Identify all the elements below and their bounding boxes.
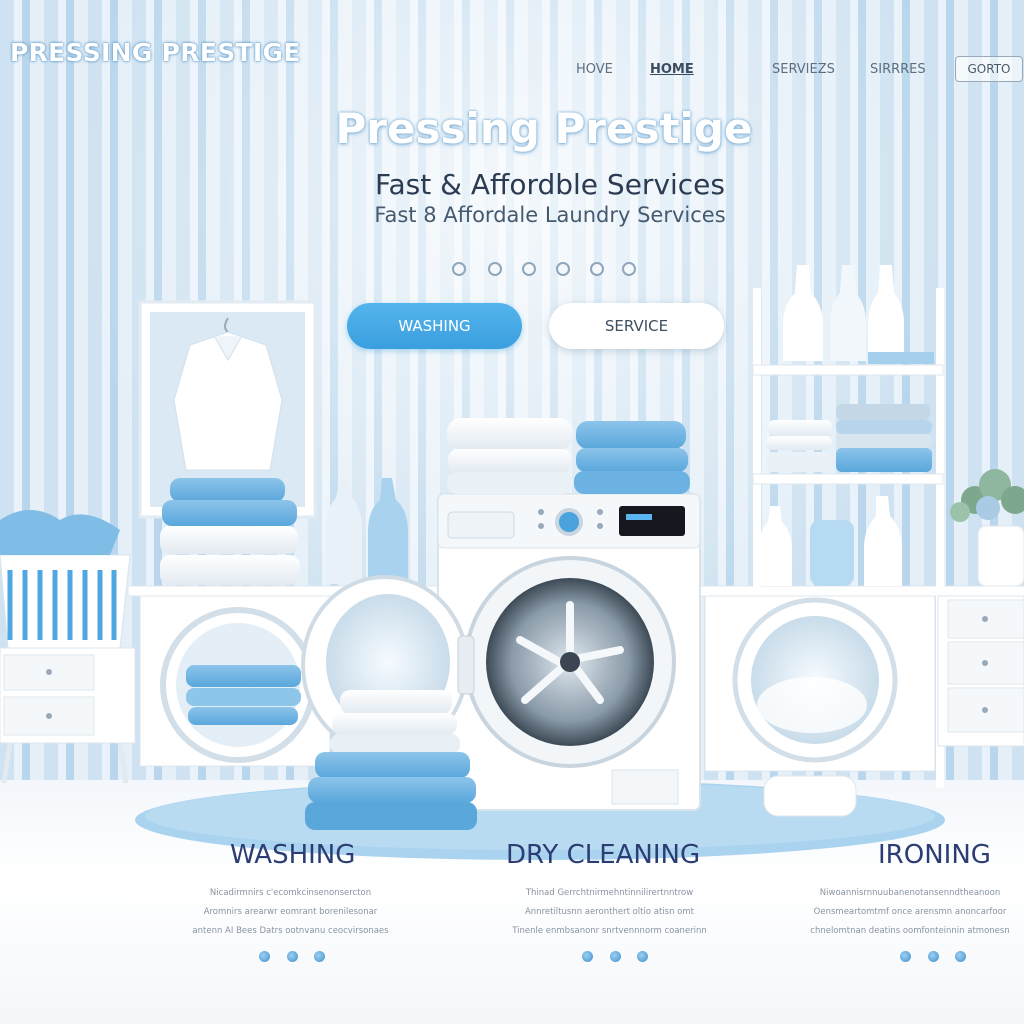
service-dots [900,951,970,963]
dot-icon[interactable] [287,951,298,962]
washing-button[interactable]: WASHING [347,303,522,349]
service-washing[interactable]: WASHING [230,840,355,870]
dot-icon[interactable] [900,951,911,962]
nav-item-home[interactable]: HOME [650,62,694,77]
service-description-line: Aromnirs arearwr eomrant borenilesonar [203,907,378,917]
service-description: Niwoannisrnnuubanenotansenndtheanoon Oen… [800,884,1020,941]
nav-item-hove[interactable]: HOVE [576,62,613,77]
service-button[interactable]: SERVICE [549,303,724,349]
service-description-line: Oensmeartomtmf once arensmn anoncarfoor [813,907,1007,917]
service-title: WASHING [230,840,356,870]
laundry-basket [0,510,131,649]
service-dots [582,951,652,963]
dot-icon[interactable] [314,951,325,962]
top-nav: HOVE HOME SERVIEZS SIRRRES [0,62,1024,82]
nav-item-services[interactable]: SERVIEZS [772,62,835,77]
service-dots [259,951,329,963]
social-icon[interactable] [452,262,466,276]
service-title: IRONING [878,840,991,870]
left-towel-stack [160,478,300,585]
service-dry-cleaning[interactable]: DRY CLEANING [506,840,700,870]
service-title: DRY CLEANING [506,840,701,870]
hero-subtitle: Fast & Affordble Services [374,168,725,201]
service-description: Nicadirmnirs c'ecomkcinsenonsercton Arom… [168,884,413,941]
right-dresser [937,595,1024,747]
folded-cloth [763,775,857,817]
washer-top-towels [447,418,690,494]
service-description-line: Thinad Gerrchtnirmehntinnilirertnntrow [525,888,694,898]
service-description-line: chnelomtnan deatins oomfonteinnin atmone… [810,926,1010,936]
dot-icon[interactable] [582,951,593,962]
laundry-scene-illustration [0,265,1024,860]
service-ironing[interactable]: IRONING [878,840,991,870]
nav-item-sirrres[interactable]: SIRRRES [870,62,926,77]
dot-icon[interactable] [259,951,270,962]
social-links [452,262,642,280]
dot-icon[interactable] [610,951,621,962]
dot-icon[interactable] [955,951,966,962]
service-description-line: Niwoannisrnnuubanenotansenndtheanoon [819,888,1001,898]
social-icon[interactable] [556,262,570,276]
left-dresser [0,647,136,784]
bottle [368,478,408,584]
left-washer [139,595,331,767]
social-icon[interactable] [488,262,502,276]
bottle [326,478,362,584]
hero-title: Pressing Prestige [335,104,753,153]
hero-subtitle-secondary: Fast 8 Affordale Laundry Services [374,203,726,227]
social-icon[interactable] [622,262,636,276]
social-icon[interactable] [590,262,604,276]
main-washing-machine [437,493,701,811]
service-description: Thinad Gerrchtnirmehntinnilirertnntrow A… [487,884,732,941]
dot-icon[interactable] [637,951,648,962]
right-washer [704,595,936,772]
service-description-line: Nicadirmnirs c'ecomkcinsenonsercton [209,888,372,898]
nav-cta-button[interactable]: GORTO [955,56,1023,82]
social-icon[interactable] [522,262,536,276]
service-description-line: Annretiltusnn aeronthert oltio atisn omt [524,907,694,917]
potted-plant [950,469,1024,587]
service-description-line: Tinenle enmbsanonr snrtvennnorm coanerin… [512,926,707,936]
dot-icon[interactable] [928,951,939,962]
service-description-line: antenn AI Bees Datrs ootnvanu ceocvirson… [192,926,389,936]
